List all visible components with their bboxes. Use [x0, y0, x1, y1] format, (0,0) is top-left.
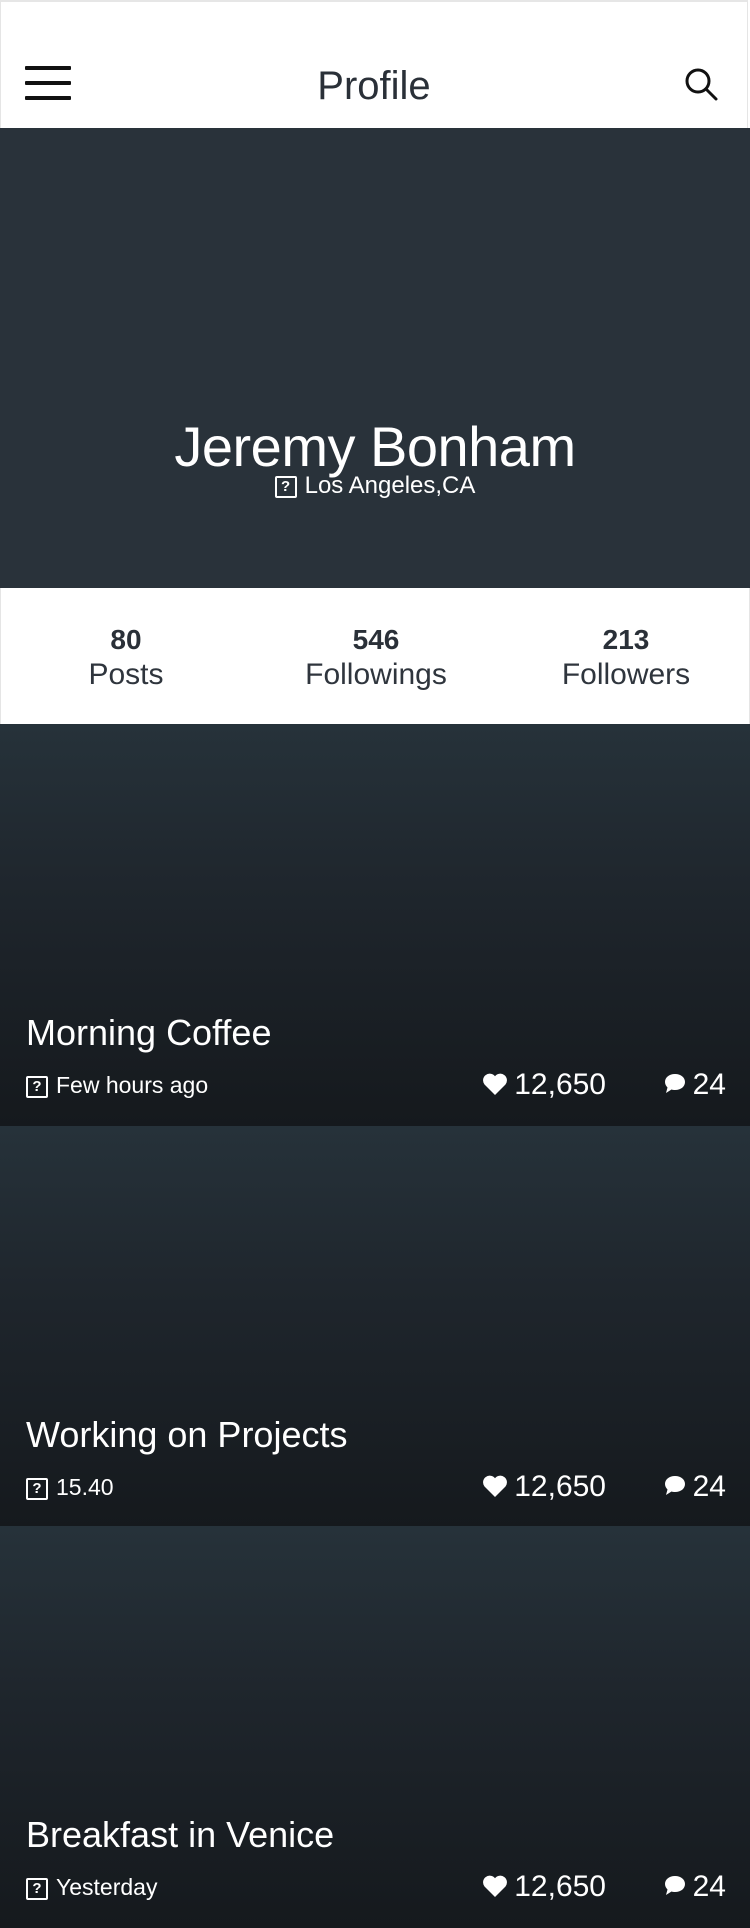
search-button[interactable] [683, 66, 723, 106]
missing-image-icon: ? [26, 1075, 48, 1098]
post-card[interactable]: Working on Projects ? 15.40 12,650 24 [0, 1126, 750, 1528]
comment-bubble-icon [664, 1876, 685, 1895]
missing-image-icon: ? [274, 475, 297, 498]
stat-value: 546 [352, 624, 400, 655]
profile-name: Jeremy Bonham [174, 415, 576, 478]
profile-location: ? Los Angeles,CA [0, 472, 750, 500]
like-button[interactable]: 12,650 [482, 1470, 606, 1504]
heart-icon [483, 1875, 508, 1897]
missing-image-icon: ? [26, 1477, 48, 1500]
post-time-text: Few hours ago [56, 1072, 209, 1098]
missing-image-icon: ? [26, 1877, 48, 1900]
comment-bubble-icon [664, 1074, 685, 1093]
page-title: Profile [317, 64, 431, 108]
profile-hero: Jeremy Bonham ? Los Angeles,CA [0, 128, 750, 588]
comment-button[interactable]: 24 [663, 1068, 726, 1102]
post-time: ? Few hours ago [26, 1072, 208, 1099]
like-count: 12,650 [514, 1068, 606, 1101]
stat-label: Followers [561, 658, 691, 691]
post-card[interactable]: Morning Coffee ? Few hours ago 12,650 24 [0, 724, 750, 1126]
post-title: Working on Projects [26, 1414, 348, 1455]
post-time-text: Yesterday [56, 1874, 158, 1900]
search-icon [685, 68, 718, 101]
post-time-text: 15.40 [56, 1474, 114, 1500]
heart-icon [483, 1475, 508, 1497]
heart-icon [483, 1073, 508, 1095]
post-time: ? 15.40 [26, 1474, 114, 1501]
post-time: ? Yesterday [26, 1874, 157, 1901]
like-count: 12,650 [514, 1470, 606, 1503]
comment-count: 24 [692, 1870, 726, 1903]
comment-count: 24 [692, 1068, 726, 1101]
post-title: Morning Coffee [26, 1012, 272, 1053]
comment-bubble-icon [664, 1476, 685, 1495]
like-count: 12,650 [514, 1870, 606, 1903]
stat-label: Followings [305, 658, 447, 691]
like-button[interactable]: 12,650 [482, 1068, 606, 1102]
post-title: Breakfast in Venice [26, 1814, 335, 1855]
stat-posts[interactable]: 80 Posts [1, 624, 251, 692]
comment-count: 24 [692, 1470, 726, 1503]
profile-stats: 80 Posts 546 Followings 213 Followers [0, 588, 750, 724]
location-text: Los Angeles,CA [304, 472, 476, 499]
comment-button[interactable]: 24 [663, 1470, 726, 1504]
stat-value: 213 [602, 624, 650, 655]
stat-followings[interactable]: 546 Followings [251, 624, 501, 692]
comment-button[interactable]: 24 [663, 1870, 726, 1904]
app-header: Profile [0, 0, 748, 128]
stat-followers[interactable]: 213 Followers [501, 624, 750, 692]
stat-value: 80 [110, 624, 142, 655]
like-button[interactable]: 12,650 [482, 1870, 606, 1904]
post-card[interactable]: Breakfast in Venice ? Yesterday 12,650 24 [0, 1526, 750, 1928]
stat-label: Posts [88, 658, 164, 691]
